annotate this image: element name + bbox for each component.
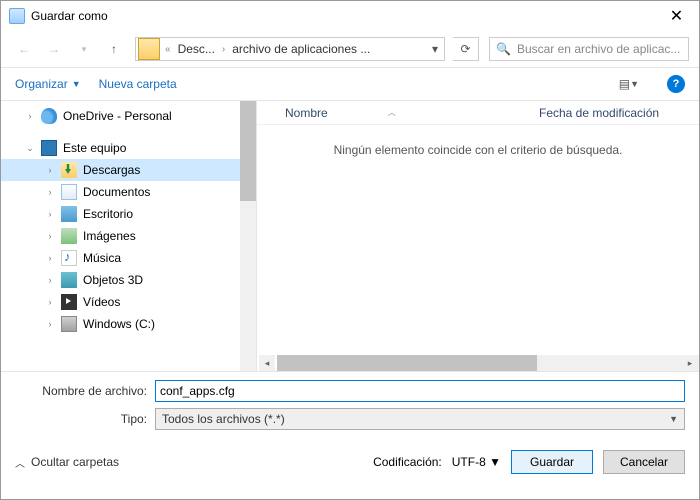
tree-item-escritorio[interactable]: › Escritorio [1, 203, 256, 225]
tree-item-m-sica[interactable]: › Música [1, 247, 256, 269]
folder-icon [138, 38, 160, 60]
encoding-label: Codificación: [373, 455, 442, 469]
expand-icon[interactable]: › [45, 319, 55, 329]
type-label: Tipo: [15, 412, 155, 426]
explorer-body: › OneDrive - Personal ⌄ Este equipo › Descarg… [1, 101, 699, 371]
tree-item-onedrive-personal[interactable]: › OneDrive - Personal [1, 105, 256, 127]
address-bar[interactable]: « Desc... › archivo de aplicaciones ... … [135, 37, 445, 61]
tree-item-label: OneDrive - Personal [63, 109, 172, 123]
tree-item-label: Documentos [83, 185, 150, 199]
expand-icon[interactable]: › [45, 253, 55, 263]
tree-item-label: Descargas [83, 163, 140, 177]
expand-icon[interactable]: › [25, 111, 35, 121]
tree-item-documentos[interactable]: › Documentos [1, 181, 256, 203]
help-button[interactable]: ? [667, 75, 685, 93]
title-bar: Guardar como ✕ [1, 1, 699, 31]
tree-item-v-deos[interactable]: › Vídeos [1, 291, 256, 313]
save-form: Nombre de archivo: Tipo: Todos los archi… [1, 371, 699, 442]
notepad-icon [9, 8, 25, 24]
hscroll-thumb[interactable] [277, 355, 537, 371]
organize-menu[interactable]: Organizar ▼ [15, 77, 81, 91]
chevron-up-icon: ︿ [15, 455, 25, 470]
tree-item-label: Escritorio [83, 207, 133, 221]
tree-item-label: Windows (C:) [83, 317, 155, 331]
tree-item-descargas[interactable]: › Descargas [1, 159, 256, 181]
onedrive-icon [41, 108, 57, 124]
sort-indicator-icon: ︿ [388, 107, 396, 118]
doc-icon [61, 184, 77, 200]
img-icon [61, 228, 77, 244]
search-placeholder: Buscar en archivo de aplicac... [517, 42, 680, 56]
expand-icon[interactable]: › [45, 165, 55, 175]
window-title: Guardar como [31, 9, 654, 23]
chevron-down-icon: ▼ [669, 414, 678, 424]
3d-icon [61, 272, 77, 288]
hide-folders-label: Ocultar carpetas [31, 455, 119, 469]
refresh-button[interactable]: ⟳ [453, 37, 479, 61]
new-folder-button[interactable]: Nueva carpeta [99, 77, 177, 91]
search-icon: 🔍 [496, 42, 511, 56]
cancel-button[interactable]: Cancelar [603, 450, 685, 474]
view-icon: ▤ [619, 77, 628, 91]
up-button[interactable]: ↑ [101, 36, 127, 62]
tree-item-label: Objetos 3D [83, 273, 143, 287]
encoding-select[interactable]: UTF-8 ▼ [452, 455, 501, 469]
tree-scrollbar-thumb[interactable] [240, 101, 256, 201]
organize-label: Organizar [15, 77, 68, 91]
tree-item-este-equipo[interactable]: ⌄ Este equipo [1, 137, 256, 159]
tree-item-windows-c-[interactable]: › Windows (C:) [1, 313, 256, 335]
hscroll-left[interactable]: ◂ [259, 355, 275, 371]
expand-icon[interactable]: › [45, 187, 55, 197]
expand-icon[interactable]: › [45, 231, 55, 241]
breadcrumb-1[interactable]: Desc... [174, 42, 219, 56]
column-name[interactable]: Nombre [285, 106, 328, 120]
filetype-select[interactable]: Todos los archivos (*.*) ▼ [155, 408, 685, 430]
close-button[interactable]: ✕ [654, 1, 699, 31]
back-button[interactable]: ← [11, 36, 37, 62]
address-dropdown[interactable]: ▾ [426, 42, 444, 56]
forward-button[interactable]: → [41, 36, 67, 62]
expand-icon[interactable]: ⌄ [25, 143, 35, 154]
expand-icon[interactable]: › [45, 297, 55, 307]
hscroll-right[interactable]: ▸ [681, 355, 699, 371]
tree-item-label: Este equipo [63, 141, 126, 155]
tree-item-objetos-3d[interactable]: › Objetos 3D [1, 269, 256, 291]
dl-icon [61, 162, 77, 178]
folder-tree: › OneDrive - Personal ⌄ Este equipo › Descarg… [1, 101, 257, 371]
tree-item-label: Música [83, 251, 121, 265]
chevron-down-icon: ▼ [489, 455, 501, 469]
column-date[interactable]: Fecha de modificación [539, 106, 699, 120]
filetype-value: Todos los archivos (*.*) [162, 412, 285, 426]
thispc-icon [41, 140, 57, 156]
empty-message: Ningún elemento coincide con el criterio… [257, 125, 699, 175]
hide-folders-toggle[interactable]: ︿ Ocultar carpetas [15, 455, 119, 470]
desk-icon [61, 206, 77, 222]
chevron-right-icon[interactable]: › [219, 44, 228, 55]
breadcrumb-2[interactable]: archivo de aplicaciones ... [228, 42, 374, 56]
expand-icon[interactable]: › [45, 275, 55, 285]
tree-item-im-genes[interactable]: › Imágenes [1, 225, 256, 247]
expand-icon[interactable]: › [45, 209, 55, 219]
music-icon [61, 250, 77, 266]
file-list: Nombre ︿ Fecha de modificación Ningún el… [257, 101, 699, 371]
toolbar: Organizar ▼ Nueva carpeta ▤ ▼ ? [1, 67, 699, 101]
dialog-footer: ︿ Ocultar carpetas Codificación: UTF-8 ▼… [1, 442, 699, 486]
filename-input[interactable] [155, 380, 685, 402]
navigation-bar: ← → ▾ ↑ « Desc... › archivo de aplicacio… [1, 31, 699, 67]
recent-dropdown[interactable]: ▾ [71, 36, 97, 62]
encoding-value: UTF-8 [452, 455, 486, 469]
search-input[interactable]: 🔍 Buscar en archivo de aplicac... [489, 37, 689, 61]
chevron-down-icon: ▼ [630, 79, 639, 89]
breadcrumb-sep: « [162, 44, 174, 55]
tree-item-label: Vídeos [83, 295, 120, 309]
view-options[interactable]: ▤ ▼ [619, 77, 639, 91]
drive-icon [61, 316, 77, 332]
tree-item-label: Imágenes [83, 229, 136, 243]
column-headers: Nombre ︿ Fecha de modificación [257, 101, 699, 125]
save-button[interactable]: Guardar [511, 450, 593, 474]
chevron-down-icon: ▼ [72, 79, 81, 89]
vid-icon [61, 294, 77, 310]
filename-label: Nombre de archivo: [15, 384, 155, 398]
